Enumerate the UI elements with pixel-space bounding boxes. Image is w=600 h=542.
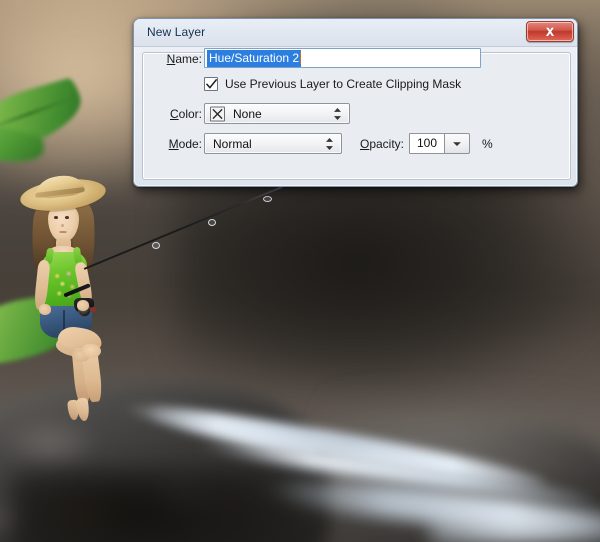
name-label: Name: <box>142 52 202 66</box>
color-label-mnemonic: C <box>169 107 179 121</box>
spinner-updown-icon[interactable] <box>325 137 334 150</box>
hand-left <box>39 304 51 315</box>
blend-mode-dropdown[interactable]: Normal <box>204 133 342 154</box>
layer-name-input[interactable]: Hue/Saturation 2 <box>204 48 481 68</box>
color-swatch <box>210 106 225 121</box>
dialog-title: New Layer <box>147 25 206 39</box>
opacity-input[interactable]: 100 <box>409 133 445 154</box>
spinner-updown-icon[interactable] <box>333 107 342 120</box>
clipping-mask-label: Use Previous Layer to Create Clipping Ma… <box>225 77 462 91</box>
chevron-down-icon <box>453 141 461 146</box>
new-layer-dialog: New Layer Name: Hue/Saturation 2 Use Pre… <box>133 18 578 187</box>
mode-label-rest: ode: <box>178 137 202 151</box>
water-stream <box>430 510 600 542</box>
rock-shadow <box>10 470 310 542</box>
name-label-mnemonic: N <box>166 52 176 66</box>
no-color-x-icon <box>212 108 223 119</box>
photo-dark-mass <box>175 150 600 400</box>
checkmark-icon <box>206 79 217 89</box>
eye-left <box>54 216 58 219</box>
mode-label: Mode: <box>142 137 202 151</box>
mode-label-mnemonic: M <box>168 137 179 151</box>
screenshot-root: New Layer Name: Hue/Saturation 2 Use Pre… <box>0 0 600 542</box>
opacity-label: Opacity: <box>349 137 404 151</box>
clipping-mask-checkbox-row[interactable]: Use Previous Layer to Create Clipping Ma… <box>204 77 461 91</box>
girl-fishing-subject <box>18 173 284 424</box>
close-x-icon <box>545 26 555 36</box>
color-label-rest: olor: <box>178 107 202 121</box>
rod-guide <box>152 242 160 249</box>
opacity-label-rest: pacity: <box>369 137 404 151</box>
text-caret <box>300 51 302 64</box>
hand-right <box>77 300 89 311</box>
dialog-titlebar[interactable]: New Layer <box>134 19 577 47</box>
close-button[interactable] <box>526 21 574 42</box>
name-label-rest: ame: <box>175 52 202 66</box>
color-label: Color: <box>142 107 202 121</box>
rod-guide <box>208 219 216 226</box>
opacity-unit: % <box>482 137 493 151</box>
knee-near <box>82 344 101 358</box>
opacity-label-mnemonic: O <box>359 137 370 151</box>
rod-guide <box>263 196 272 202</box>
fishing-reel-knob <box>90 307 96 312</box>
color-value: None <box>233 106 262 121</box>
color-dropdown[interactable]: None <box>204 103 350 124</box>
eye-right <box>65 216 69 219</box>
layer-name-value: Hue/Saturation 2 <box>207 50 302 67</box>
opacity-dropdown-button[interactable] <box>445 133 470 154</box>
clipping-mask-checkbox[interactable] <box>204 77 218 91</box>
blend-mode-value: Normal <box>213 136 252 151</box>
nose <box>61 224 64 227</box>
